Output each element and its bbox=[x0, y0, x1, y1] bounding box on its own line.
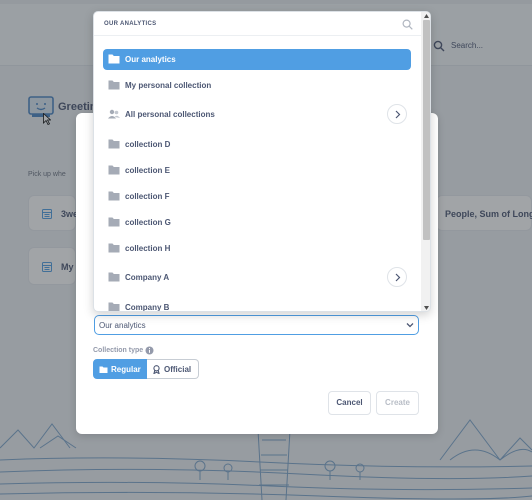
expand-button[interactable] bbox=[387, 104, 407, 124]
picker-item-all-personal-collections[interactable]: All personal collections bbox=[103, 104, 411, 125]
scrollbar-thumb[interactable] bbox=[423, 20, 430, 240]
chevron-right-icon bbox=[395, 110, 401, 119]
create-button[interactable]: Create bbox=[376, 391, 419, 415]
picker-item-our-analytics[interactable]: Our analytics bbox=[103, 49, 411, 70]
picker-item-label: My personal collection bbox=[125, 81, 212, 90]
picker-item-collection-d[interactable]: collection D bbox=[103, 134, 411, 155]
folder-icon bbox=[108, 139, 120, 149]
picker-item-label: All personal collections bbox=[125, 110, 215, 119]
type-official-label: Official bbox=[164, 365, 192, 374]
type-regular-button[interactable]: Regular bbox=[93, 359, 147, 379]
picker-scrollbar[interactable] bbox=[421, 12, 430, 311]
picker-item-label: Our analytics bbox=[125, 55, 176, 64]
picker-item-collection-h[interactable]: collection H bbox=[103, 238, 411, 259]
picker-item-company-a[interactable]: Company A bbox=[103, 267, 411, 288]
folder-icon bbox=[108, 54, 120, 64]
folder-icon bbox=[108, 243, 120, 253]
expand-button[interactable] bbox=[387, 267, 407, 287]
folder-icon bbox=[108, 80, 120, 90]
picker-item-collection-e[interactable]: collection E bbox=[103, 160, 411, 181]
picker-item-label: collection E bbox=[125, 166, 170, 175]
type-regular-label: Regular bbox=[111, 365, 141, 374]
collection-type-label: Collection type bbox=[93, 347, 144, 354]
scroll-up-icon[interactable] bbox=[424, 14, 429, 18]
collection-picker: OUR ANALYTICS Our analytics My personal … bbox=[93, 11, 431, 312]
picker-item-company-b[interactable]: Company B bbox=[103, 297, 411, 312]
picker-item-my-personal-collection[interactable]: My personal collection bbox=[103, 75, 411, 96]
info-icon[interactable] bbox=[145, 346, 154, 355]
chevron-down-icon bbox=[406, 323, 414, 328]
folder-icon bbox=[99, 366, 108, 373]
picker-item-label: collection G bbox=[125, 218, 171, 227]
picker-item-label: collection F bbox=[125, 192, 170, 201]
folder-icon bbox=[108, 165, 120, 175]
picker-header: OUR ANALYTICS bbox=[94, 12, 430, 36]
picker-item-label: Company A bbox=[125, 273, 170, 282]
type-official-button[interactable]: Official bbox=[147, 359, 199, 379]
picker-title: OUR ANALYTICS bbox=[104, 21, 157, 27]
search-icon[interactable] bbox=[402, 19, 413, 30]
picker-item-label: collection H bbox=[125, 244, 171, 253]
folder-icon bbox=[108, 217, 120, 227]
cancel-button[interactable]: Cancel bbox=[328, 391, 371, 415]
folder-icon bbox=[108, 272, 120, 282]
badge-icon bbox=[153, 365, 160, 374]
collection-select-value: Our analytics bbox=[99, 321, 146, 330]
picker-item-collection-f[interactable]: collection F bbox=[103, 186, 411, 207]
scroll-down-icon[interactable] bbox=[424, 306, 429, 310]
picker-item-label: Company B bbox=[125, 303, 170, 312]
people-icon bbox=[108, 109, 120, 119]
folder-icon bbox=[108, 191, 120, 201]
collection-select[interactable]: Our analytics bbox=[94, 315, 419, 335]
folder-icon bbox=[108, 302, 120, 311]
picker-item-label: collection D bbox=[125, 140, 171, 149]
picker-item-collection-g[interactable]: collection G bbox=[103, 212, 411, 233]
chevron-right-icon bbox=[395, 273, 401, 282]
